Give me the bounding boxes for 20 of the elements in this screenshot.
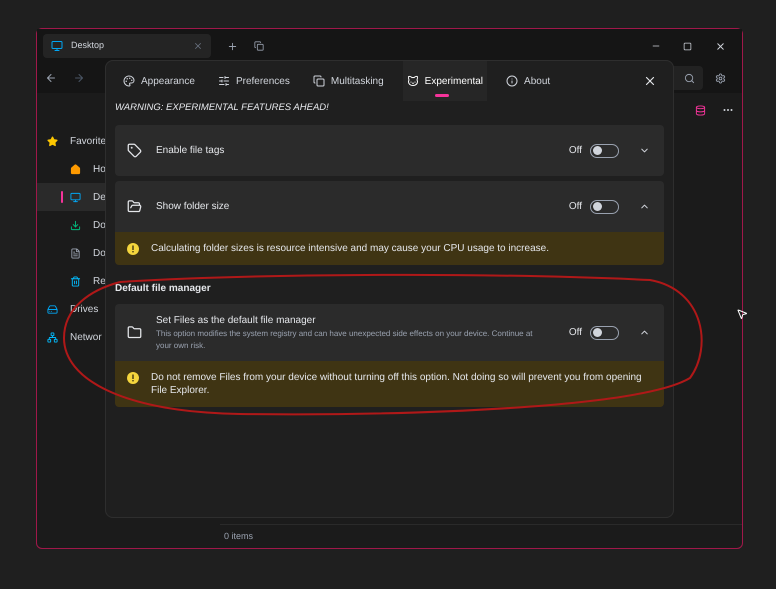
sidebar-label: Do [93,218,106,232]
section-header: Default file manager [115,282,212,296]
sidebar-label: Do [93,246,106,260]
setting-title: Show folder size [156,200,230,214]
warning-heading: WARNING: EXPERIMENTAL FEATURES AHEAD! [115,101,330,115]
notice-text: Do not remove Files from your device without turning off this option. Not doing so will prevent you from opening File Explorer. [151,371,643,398]
sidebar-label: Favorite [70,134,106,148]
notice-text: Calculating folder sizes is resource intensive and may cause your CPU usage to increase. [151,242,549,256]
setting-description: This option modifies the system registry and can have unexpected side effects on your device. Continue at your own risk. [156,328,534,352]
tab-title: Desktop [71,39,106,52]
toggle-label: Off [568,144,582,158]
sidebar-label: De [93,190,106,204]
status-text: 0 items [224,530,254,543]
setting-title: Set Files as the default file manager [156,314,317,328]
sidebar-label: Networ [70,330,102,344]
sidebar-label: Re [93,274,106,288]
setting-title: Enable file tags [156,144,226,158]
sidebar-label: Ho [93,162,106,176]
toggle-label: Off [568,200,582,214]
toggle-label: Off [568,326,582,340]
